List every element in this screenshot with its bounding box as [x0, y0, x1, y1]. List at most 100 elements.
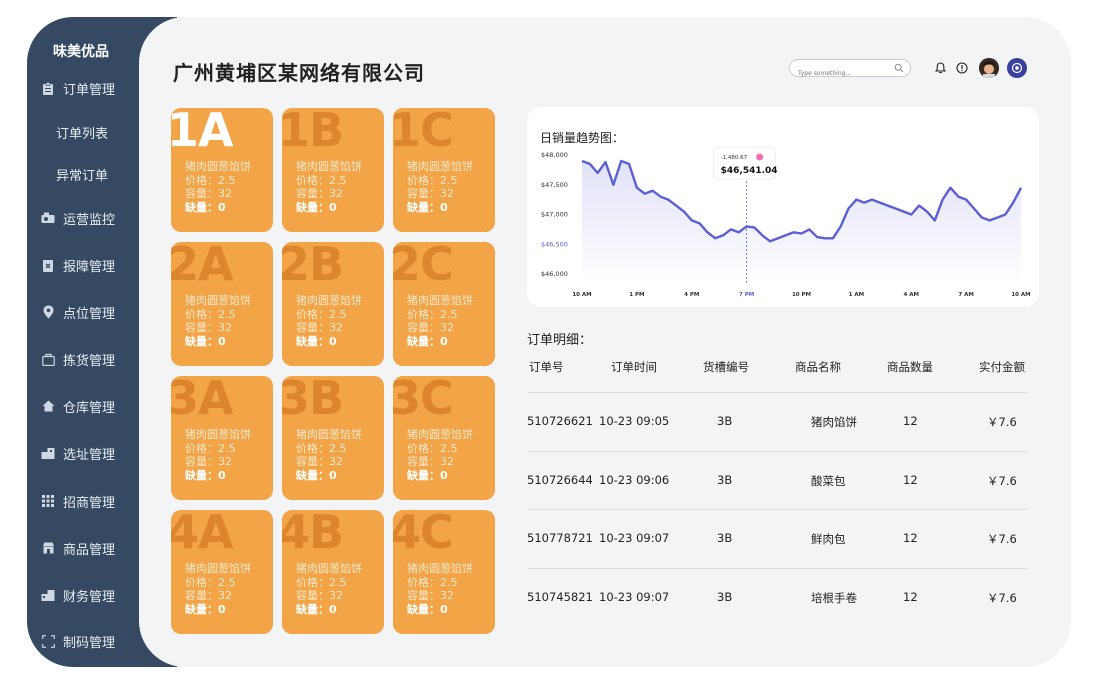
slot-info: 猪肉圆葱馅饼 价格：2.5 容量：32 缺量：0	[296, 428, 362, 482]
slot-card-2a[interactable]: 2A 猪肉圆葱馅饼 价格：2.5 容量：32 缺量：0	[171, 242, 273, 366]
shop-icon	[41, 541, 55, 555]
sidebar-item-label: 报障管理	[63, 259, 116, 275]
slot-code: 3C	[393, 376, 454, 425]
table-cell: 3B	[717, 472, 733, 487]
table-cell: 12	[903, 531, 918, 545]
y-tick-label: $47,000	[541, 211, 568, 219]
slot-info: 猪肉圆葱馅饼 价格：2.5 容量：32 缺量：0	[296, 294, 362, 348]
slot-price: 价格：2.5	[407, 307, 458, 321]
sidebar-item-product-management[interactable]: 商品管理	[41, 537, 115, 559]
x-tick-label: 4 AM	[904, 292, 919, 298]
sidebar-item-label: 点位管理	[63, 306, 116, 322]
slot-price: 价格：2.5	[296, 575, 347, 589]
table-row[interactable]: 510726621 10-23 09:05 3B 猪肉馅饼 12 ￥7.6	[527, 392, 1027, 450]
slot-card-3b[interactable]: 3B 猪肉圆葱馅饼 价格：2.5 容量：32 缺量：0	[282, 376, 384, 500]
report-icon	[41, 258, 55, 272]
slot-shortage: 缺量：0	[296, 468, 337, 482]
table-cell: 培根手卷	[811, 590, 857, 605]
slot-shortage: 缺量：0	[407, 602, 448, 616]
slot-card-3a[interactable]: 3A 猪肉圆葱馅饼 价格：2.5 容量：32 缺量：0	[171, 376, 273, 500]
slot-card-1c[interactable]: 1C 猪肉圆葱馅饼 价格：2.5 容量：32 缺量：0	[393, 108, 495, 232]
x-tick-label: 4 PM	[684, 292, 699, 298]
slot-price: 价格：2.5	[296, 441, 347, 455]
slot-price: 价格：2.5	[407, 575, 458, 589]
slot-capacity: 容量：32	[296, 187, 343, 200]
table-cell: 10-23 09:06	[599, 472, 670, 487]
table-row[interactable]: 510726644 10-23 09:06 3B 酸菜包 12 ￥7.6	[527, 450, 1027, 509]
table-cell: 3B	[717, 414, 733, 428]
sales-trend-card: 日销量趋势图： $48,000 $47,500 $47,000 $46,500 $46,…	[527, 107, 1039, 307]
sidebar-item-code-management[interactable]: 制码管理	[41, 630, 115, 652]
search-icon[interactable]	[894, 63, 904, 73]
scan-icon	[41, 634, 55, 648]
sidebar-subitem-abnormal-orders[interactable]: 异常订单	[56, 165, 108, 184]
brand-badge-icon[interactable]	[1007, 58, 1027, 78]
slot-shortage: 缺量：0	[296, 602, 337, 616]
slot-shortage: 缺量：0	[185, 334, 226, 348]
search-input[interactable]	[790, 65, 886, 82]
x-tick-label: 1 AM	[849, 292, 864, 298]
sidebar-item-picking-management[interactable]: 拣货管理	[41, 348, 115, 370]
sidebar-item-operations-monitor[interactable]: 运营监控	[41, 207, 115, 229]
x-tick-label: 1 PM	[629, 292, 644, 298]
building-icon	[41, 446, 55, 460]
slot-capacity: 容量：32	[296, 589, 343, 602]
sidebar-item-warehouse-management[interactable]: 仓库管理	[41, 395, 115, 417]
sidebar-item-label: 订单管理	[63, 82, 116, 98]
avatar[interactable]	[979, 58, 999, 78]
slot-card-2c[interactable]: 2C 猪肉圆葱馅饼 价格：2.5 容量：32 缺量：0	[393, 242, 495, 366]
x-tick-label: 10 PM	[792, 292, 811, 298]
location-icon	[41, 305, 55, 319]
bag-icon	[41, 352, 55, 366]
table-cell: ￥7.6	[987, 473, 1017, 488]
table-cell: 10-23 09:07	[599, 531, 670, 545]
table-cell: ￥7.6	[987, 415, 1017, 429]
slot-card-4c[interactable]: 4C 猪肉圆葱馅饼 价格：2.5 容量：32 缺量：0	[393, 510, 495, 634]
column-header: 商品数量	[887, 360, 933, 374]
table-cell: ￥7.6	[987, 532, 1017, 546]
sidebar-item-finance-management[interactable]: 财务管理	[41, 584, 115, 606]
info-icon[interactable]	[955, 61, 969, 75]
sidebar-item-fault-report[interactable]: 报障管理	[41, 254, 115, 276]
slot-card-4b[interactable]: 4B 猪肉圆葱馅饼 价格：2.5 容量：32 缺量：0	[282, 510, 384, 634]
slot-shortage: 缺量：0	[407, 468, 448, 482]
y-tick-label: $48,000	[541, 151, 568, 159]
slot-code: 2B	[282, 242, 344, 291]
slot-code: 1C	[393, 108, 454, 157]
slot-shortage: 缺量：0	[407, 200, 448, 214]
column-header: 订单号	[529, 360, 564, 374]
main-content: 广州黄埔区某网络有限公司 1A猪肉圆葱馅饼价格：2.5容量：32缺量：01B猪肉…	[139, 17, 1071, 667]
slot-product-name: 猪肉圆葱馅饼	[185, 294, 251, 307]
table-cell: 鲜肉包	[811, 532, 846, 546]
slot-product-name: 猪肉圆葱馅饼	[407, 562, 473, 575]
slot-card-1a[interactable]: 1A 猪肉圆葱馅饼 价格：2.5 容量：32 缺量：0	[171, 108, 273, 232]
bell-icon[interactable]	[933, 61, 947, 75]
slot-card-4a[interactable]: 4A 猪肉圆葱馅饼 价格：2.5 容量：32 缺量：0	[171, 510, 273, 634]
slot-product-name: 猪肉圆葱馅饼	[407, 428, 473, 441]
table-cell: 3B	[717, 531, 733, 545]
slot-product-name: 猪肉圆葱馅饼	[185, 428, 251, 441]
sidebar-item-site-selection[interactable]: 选址管理	[41, 442, 115, 464]
slot-card-1b[interactable]: 1B 猪肉圆葱馅饼 价格：2.5 容量：32 缺量：0	[282, 108, 384, 232]
orders-title: 订单明细：	[527, 333, 593, 348]
sidebar-item-merchant-management[interactable]: 招商管理	[41, 490, 115, 512]
slot-capacity: 容量：32	[296, 455, 343, 468]
sidebar-item-label: 选址管理	[63, 447, 116, 463]
slot-price: 价格：2.5	[407, 441, 458, 455]
slot-card-3c[interactable]: 3C 猪肉圆葱馅饼 价格：2.5 容量：32 缺量：0	[393, 376, 495, 500]
sidebar-subitem-order-list[interactable]: 订单列表	[56, 123, 108, 142]
slot-card-2b[interactable]: 2B 猪肉圆葱馅饼 价格：2.5 容量：32 缺量：0	[282, 242, 384, 366]
table-row[interactable]: 510745821 10-23 09:07 3B 培根手卷 12 ￥7.6	[527, 567, 1027, 626]
column-header: 订单时间	[611, 360, 657, 374]
brand-logo: 味美优品	[53, 44, 109, 60]
sidebar-item-order-management[interactable]: 订单管理	[41, 77, 115, 99]
slot-info: 猪肉圆葱馅饼 价格：2.5 容量：32 缺量：0	[185, 428, 251, 482]
slot-info: 猪肉圆葱馅饼 价格：2.5 容量：32 缺量：0	[185, 294, 251, 348]
sidebar-item-location-management[interactable]: 点位管理	[41, 301, 115, 323]
app-frame: 味美优品 订单管理 订单列表 异常订单 运营监控 报障管理 点位管理 拣货管理 …	[27, 17, 1071, 667]
table-cell: 10-23 09:07	[599, 589, 670, 604]
slot-product-name: 猪肉圆葱馅饼	[407, 160, 473, 173]
table-row[interactable]: 510778721 10-23 09:07 3B 鲜肉包 12 ￥7.6	[527, 509, 1027, 567]
search-box[interactable]	[789, 59, 911, 82]
slot-info: 猪肉圆葱馅饼 价格：2.5 容量：32 缺量：0	[407, 428, 473, 482]
